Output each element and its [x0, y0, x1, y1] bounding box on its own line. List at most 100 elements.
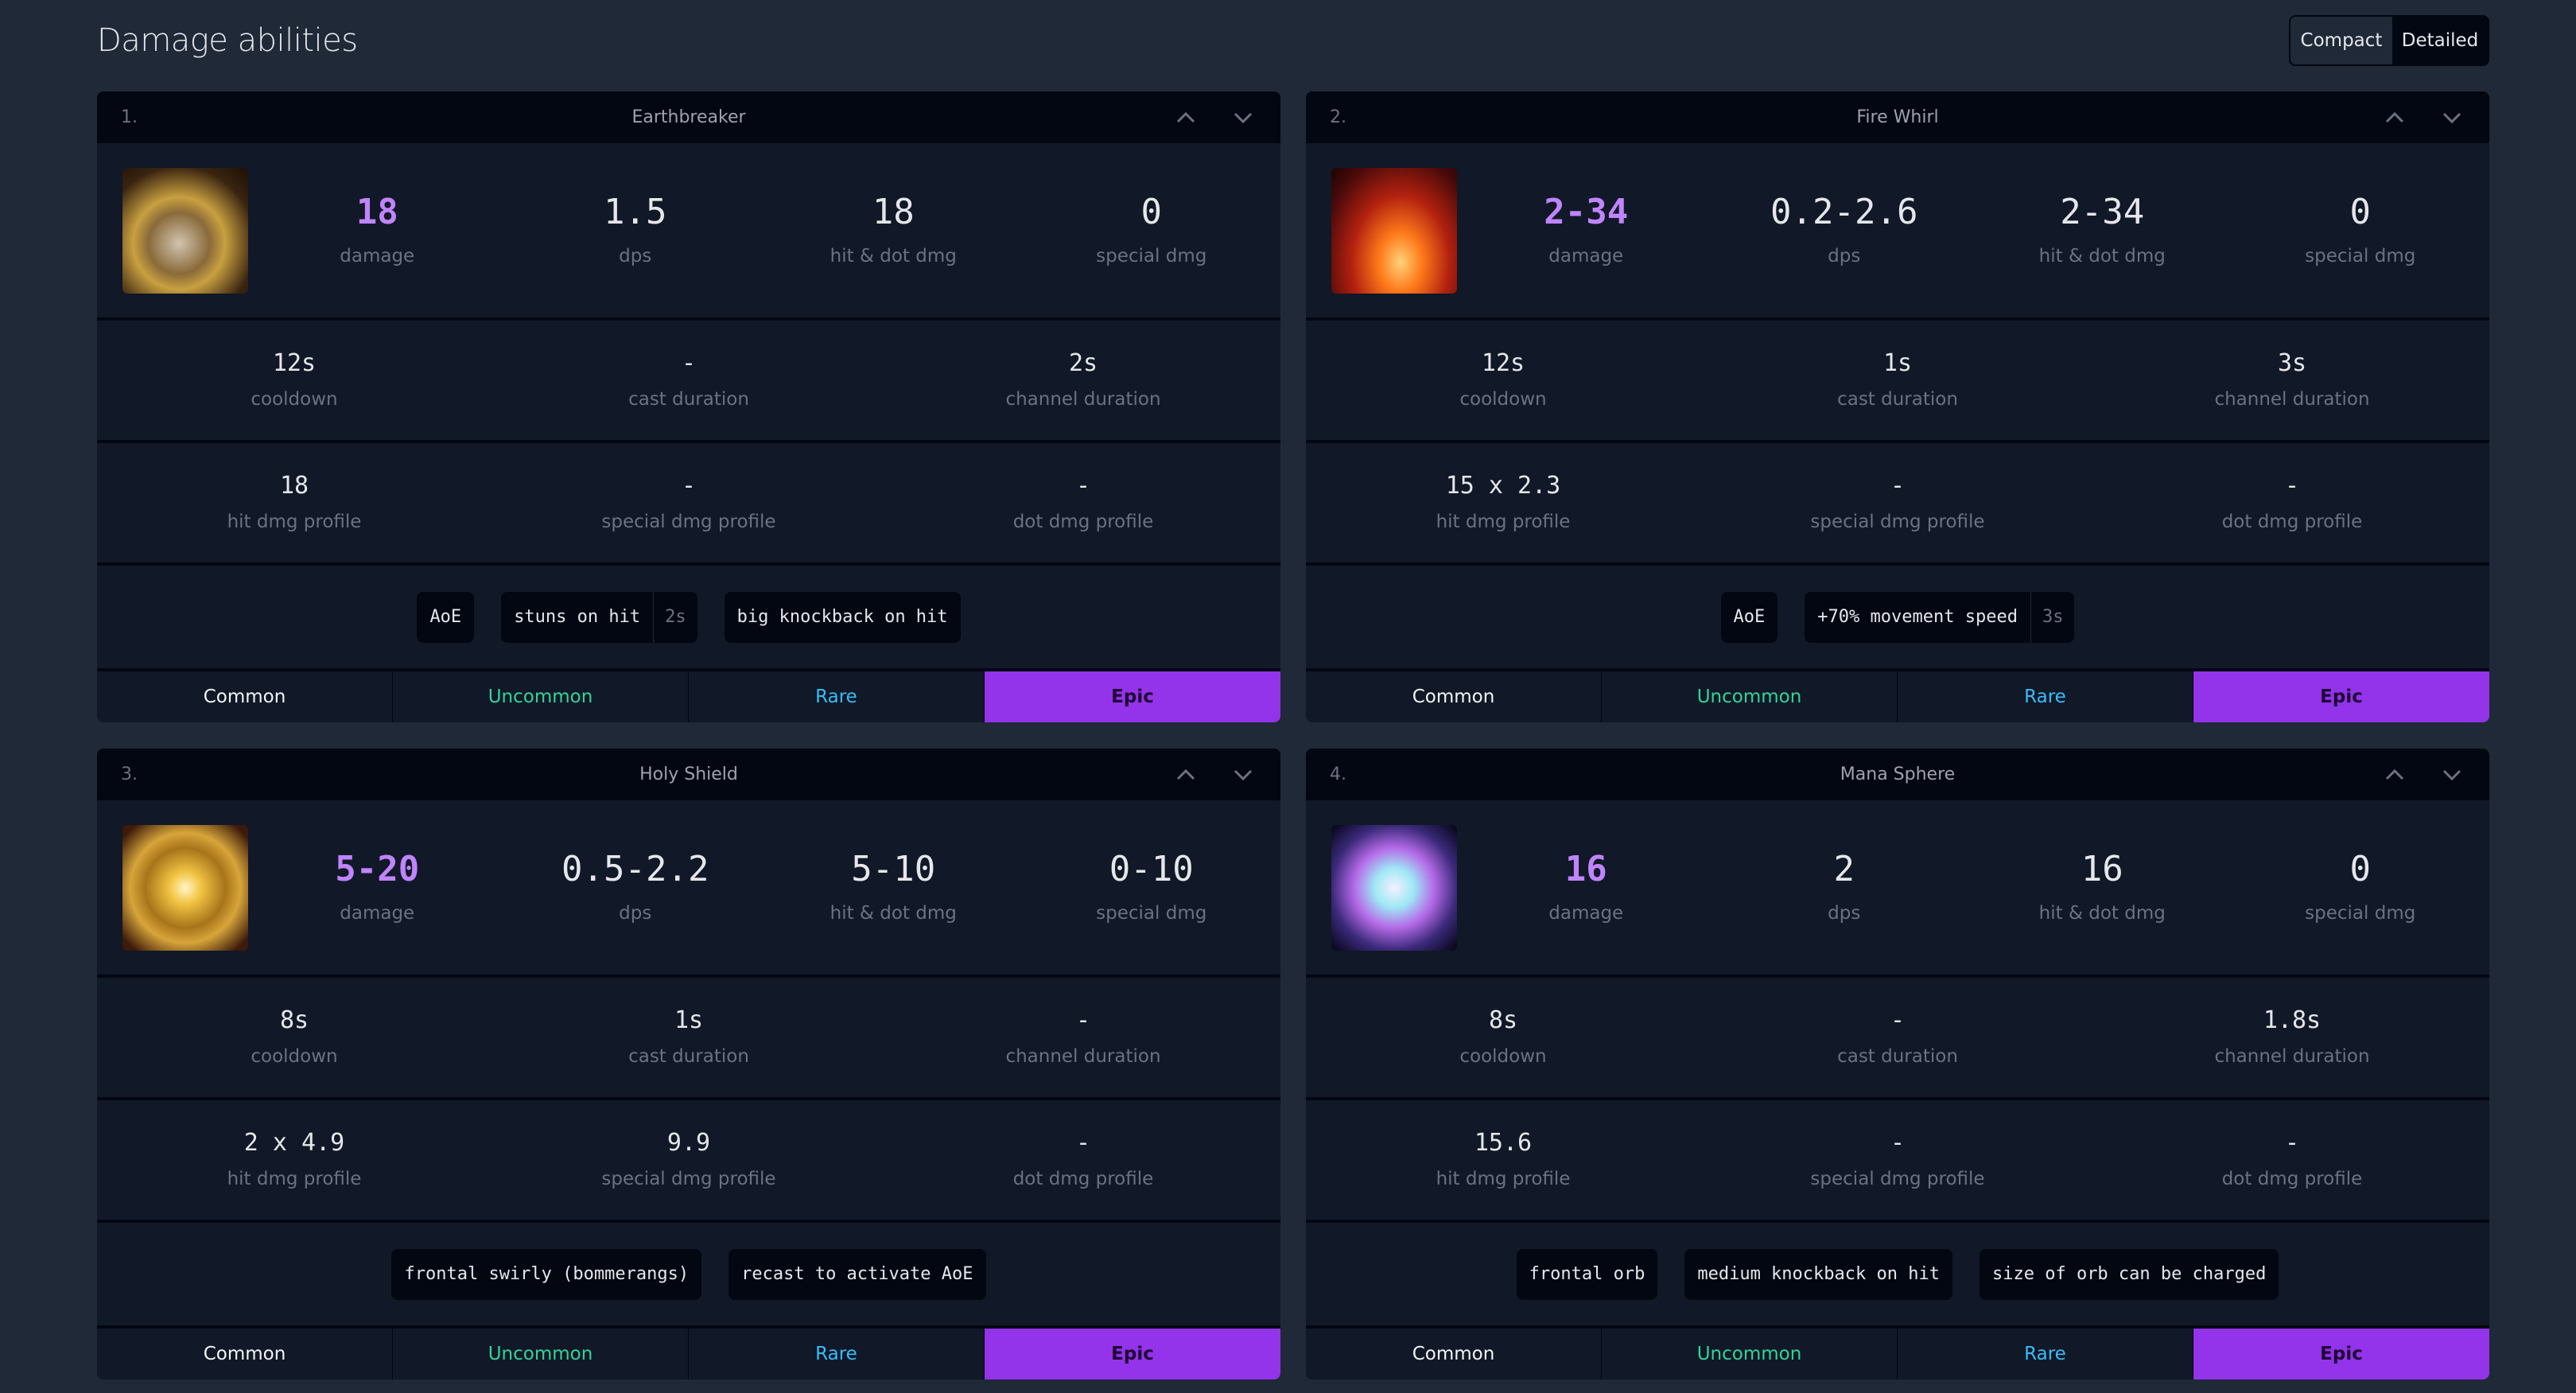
profile-row: 18 hit dmg profile - special dmg profile… [97, 443, 1280, 566]
special-label: special dmg [1096, 902, 1207, 924]
move-up-button[interactable] [1174, 763, 1198, 787]
chevron-up-icon [2385, 111, 2404, 123]
tag-duration: 2s [653, 591, 697, 643]
move-down-button[interactable] [2440, 106, 2464, 130]
dot-profile-label: dot dmg profile [2221, 511, 2363, 532]
hit-profile-value: 15 x 2.3 [1445, 471, 1561, 500]
abilities-grid: 1. Earthbreaker 18 damage 1.5 dps 18 hit… [97, 91, 2489, 1379]
cooldown-label: cooldown [251, 1045, 338, 1067]
dot-profile-value: - [1075, 471, 1091, 500]
move-up-button[interactable] [2383, 763, 2407, 787]
cast-label: cast duration [628, 1045, 749, 1067]
move-down-button[interactable] [1231, 763, 1255, 787]
special-label: special dmg [1096, 245, 1207, 267]
stat-channel: - channel duration [886, 1008, 1280, 1067]
reorder-controls [1174, 106, 1257, 130]
card-header: 4. Mana Sphere [1306, 749, 2489, 800]
hit-dot-value: 18 [872, 191, 915, 232]
view-toggle: Compact Detailed [2289, 15, 2489, 66]
stat-cooldown: 8s cooldown [1306, 1008, 1700, 1067]
stat-hit-profile: 18 hit dmg profile [97, 473, 491, 532]
tag-text: stuns on hit [514, 607, 641, 627]
damage-value: 2-34 [1544, 191, 1629, 232]
dot-profile-value: - [1075, 1128, 1091, 1157]
special-value: 0 [2349, 848, 2372, 889]
stat-channel: 3s channel duration [2095, 348, 2489, 410]
rarity-common-button[interactable]: Common [97, 1329, 393, 1379]
ability-index: 3. [121, 765, 138, 784]
fire-whirl-icon [1331, 167, 1457, 294]
chevron-down-icon [1234, 769, 1253, 780]
cooldown-value: 8s [279, 1006, 309, 1034]
dps-value: 2 [1833, 848, 1855, 889]
ability-tag: frontal swirly (bommerangs) [391, 1248, 702, 1300]
hit-profile-label: hit dmg profile [1436, 511, 1571, 532]
rarity-epic-button[interactable]: Epic [2193, 1329, 2489, 1379]
channel-value: 3s [2277, 348, 2307, 377]
move-up-button[interactable] [2383, 106, 2407, 130]
stat-channel: 2s channel duration [886, 351, 1280, 410]
damage-label: damage [1548, 245, 1624, 267]
cast-label: cast duration [628, 388, 749, 410]
cast-label: cast duration [1837, 388, 1958, 410]
stat-special: 0 special dmg [2232, 194, 2490, 267]
stat-dps: 1.5 dps [507, 194, 765, 267]
ability-tag: stuns on hit 2s [501, 591, 697, 643]
detailed-view-button[interactable]: Detailed [2392, 17, 2488, 64]
stat-dot-profile: - dot dmg profile [886, 471, 1280, 532]
ability-card-1: 1. Earthbreaker 18 damage 1.5 dps 18 hit… [97, 91, 1280, 722]
page-title: Damage abilities [97, 22, 358, 59]
summary-stats-row: 5-20 damage 0.5-2.2 dps 5-10 hit & dot d… [97, 800, 1280, 978]
stat-hit-dot: 2-34 hit & dot dmg [1973, 194, 2232, 267]
ability-tag: recast to activate AoE [729, 1248, 986, 1300]
damage-value: 18 [356, 191, 398, 232]
hit-dot-label: hit & dot dmg [2038, 902, 2166, 924]
move-down-button[interactable] [1231, 106, 1255, 130]
rarity-rare-button[interactable]: Rare [689, 1329, 985, 1379]
profile-row: 15 x 2.3 hit dmg profile - special dmg p… [1306, 443, 2489, 566]
tag-text: recast to activate AoE [741, 1264, 973, 1284]
compact-view-button[interactable]: Compact [2290, 17, 2392, 64]
special-profile-label: special dmg profile [601, 511, 776, 532]
rarity-epic-button[interactable]: Epic [985, 671, 1280, 722]
rarity-common-button[interactable]: Common [1306, 1329, 1602, 1379]
stat-cast: - cast duration [1700, 1008, 2095, 1067]
stat-dot-profile: - dot dmg profile [886, 1128, 1280, 1189]
ability-index: 1. [121, 107, 138, 127]
rarity-rare-button[interactable]: Rare [1898, 1329, 2193, 1379]
stat-dot-profile: - dot dmg profile [2095, 1128, 2489, 1189]
rarity-common-button[interactable]: Common [97, 671, 393, 722]
cast-value: - [681, 348, 697, 377]
profile-row: 2 x 4.9 hit dmg profile 9.9 special dmg … [97, 1100, 1280, 1223]
rarity-common-button[interactable]: Common [1306, 671, 1602, 722]
chevron-up-icon [1176, 768, 1195, 780]
move-down-button[interactable] [2440, 763, 2464, 787]
ability-card-4: 4. Mana Sphere 16 damage 2 dps 16 hit & … [1306, 749, 2489, 1379]
cooldown-value: 12s [1481, 348, 1525, 377]
rarity-uncommon-button[interactable]: Uncommon [393, 671, 689, 722]
hit-dot-label: hit & dot dmg [830, 245, 957, 267]
card-header: 3. Holy Shield [97, 749, 1280, 800]
rarity-uncommon-button[interactable]: Uncommon [393, 1329, 689, 1379]
stat-damage: 5-20 damage [248, 851, 507, 924]
stat-special: 0-10 special dmg [1023, 851, 1281, 924]
rarity-rare-button[interactable]: Rare [1898, 671, 2193, 722]
dot-profile-value: - [2284, 1128, 2300, 1157]
stat-damage: 2-34 damage [1457, 191, 1715, 267]
rarity-epic-button[interactable]: Epic [2193, 671, 2489, 722]
timing-row: 12s cooldown - cast duration 2s channel … [97, 321, 1280, 443]
stat-special-profile: - special dmg profile [1700, 473, 2095, 532]
card-header: 2. Fire Whirl [1306, 91, 2489, 143]
rarity-uncommon-button[interactable]: Uncommon [1602, 1329, 1898, 1379]
tag-text: frontal orb [1529, 1264, 1645, 1284]
rarity-epic-button[interactable]: Epic [985, 1329, 1280, 1379]
chevron-down-icon [1234, 112, 1253, 123]
chevron-down-icon [2442, 112, 2461, 123]
rarity-rare-button[interactable]: Rare [689, 671, 985, 722]
rarity-uncommon-button[interactable]: Uncommon [1602, 671, 1898, 722]
stat-hit-profile: 15 x 2.3 hit dmg profile [1306, 471, 1700, 532]
summary-stats-row: 18 damage 1.5 dps 18 hit & dot dmg 0 spe… [97, 143, 1280, 321]
cast-value: 1s [1882, 348, 1913, 377]
damage-label: damage [1548, 902, 1624, 924]
move-up-button[interactable] [1174, 106, 1198, 130]
